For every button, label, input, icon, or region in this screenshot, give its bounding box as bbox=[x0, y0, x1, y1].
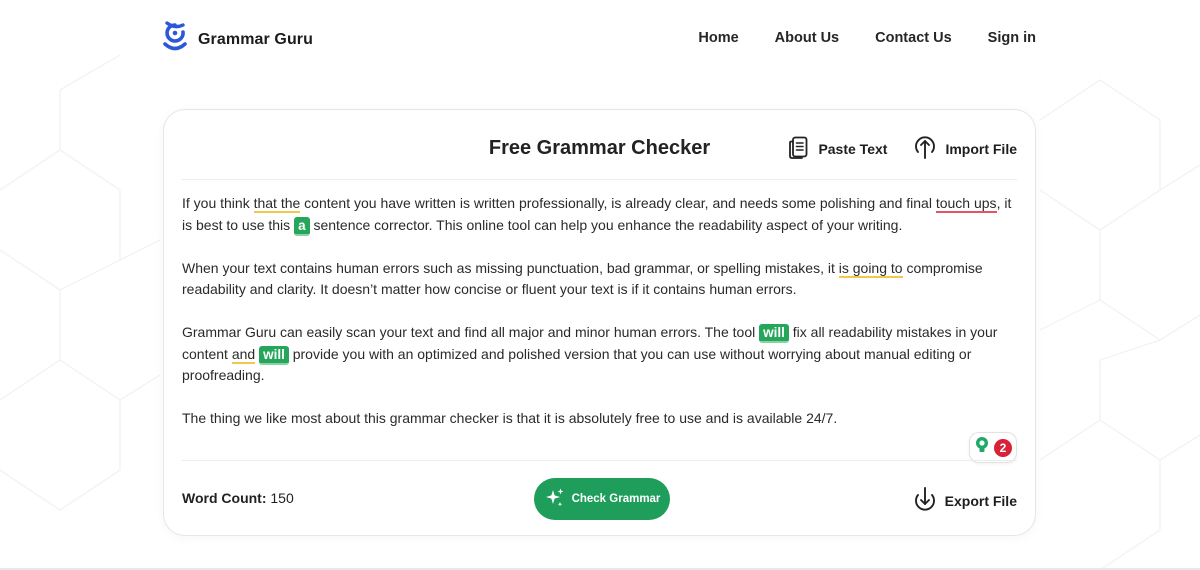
spelling-error-highlight[interactable]: touch ups bbox=[935, 195, 997, 213]
check-grammar-label: Check Grammar bbox=[571, 493, 661, 505]
brand-name: Grammar Guru bbox=[198, 31, 314, 48]
editor-paragraph: The thing we like most about this gramma… bbox=[182, 408, 1017, 430]
check-grammar-button[interactable]: Check Grammar bbox=[534, 478, 670, 520]
correction-chip[interactable]: will bbox=[259, 345, 289, 365]
checker-header-actions: Paste Text Import File bbox=[788, 135, 1017, 162]
nav-home[interactable]: Home bbox=[698, 30, 738, 46]
main-nav: Home About Us Contact Us Sign in bbox=[698, 30, 1036, 46]
editor-paragraph: When your text contains human errors suc… bbox=[182, 258, 1017, 301]
word-count: Word Count: 150 bbox=[182, 490, 294, 506]
paste-text-button[interactable]: Paste Text bbox=[788, 135, 887, 162]
site-header: Grammar Guru Home About Us Contact Us Si… bbox=[0, 0, 1200, 82]
download-icon bbox=[913, 487, 937, 514]
nav-about-us[interactable]: About Us bbox=[775, 30, 839, 46]
text-run: The thing we like most about this gramma… bbox=[182, 410, 838, 426]
editor-paragraph: Grammar Guru can easily scan your text a… bbox=[182, 322, 1017, 387]
text-run: When your text contains human errors suc… bbox=[182, 259, 839, 276]
text-run: sentence corrector. This online tool can… bbox=[309, 216, 903, 233]
correction-chip[interactable]: will bbox=[759, 324, 789, 343]
text-run: If you think bbox=[182, 195, 254, 211]
word-count-value: 150 bbox=[270, 490, 294, 506]
grammar-guru-logo-icon bbox=[162, 20, 188, 61]
clipboard-icon bbox=[788, 135, 810, 162]
checker-header: Free Grammar Checker Paste Text Import F… bbox=[182, 110, 1017, 180]
text-run: Grammar Guru can easily scan your text a… bbox=[182, 324, 760, 340]
import-file-label: Import File bbox=[945, 140, 1017, 157]
grammar-suggestion-highlight[interactable]: and bbox=[231, 345, 256, 364]
word-count-label: Word Count: bbox=[182, 490, 267, 506]
brand-logo[interactable]: Grammar Guru bbox=[162, 20, 314, 61]
lightbulb-icon bbox=[974, 436, 990, 459]
text-run: provide you with an optimized and polish… bbox=[182, 345, 972, 384]
grammar-suggestion-highlight[interactable]: that the bbox=[253, 195, 301, 213]
text-editor[interactable]: If you think that the content you have w… bbox=[182, 193, 1017, 451]
export-file-button[interactable]: Export File bbox=[913, 487, 1017, 514]
sparkle-icon bbox=[544, 487, 566, 512]
paste-text-label: Paste Text bbox=[818, 140, 888, 157]
import-file-button[interactable]: Import File bbox=[913, 135, 1017, 162]
text-run: content you have written is written prof… bbox=[300, 195, 936, 211]
editor-paragraph: If you think that the content you have w… bbox=[182, 193, 1017, 236]
suggestions-badge[interactable]: 2 bbox=[969, 432, 1017, 463]
correction-chip[interactable]: a bbox=[294, 216, 310, 236]
upload-icon bbox=[913, 135, 937, 162]
export-file-label: Export File bbox=[944, 492, 1017, 509]
nav-contact-us[interactable]: Contact Us bbox=[875, 30, 952, 46]
suggestion-count: 2 bbox=[994, 438, 1012, 457]
checker-footer: Word Count: 150 Check Grammar Export Fil… bbox=[182, 460, 1017, 537]
nav-sign-in[interactable]: Sign in bbox=[988, 30, 1036, 46]
grammar-suggestion-highlight[interactable]: is going to bbox=[838, 259, 903, 278]
grammar-checker-card: Free Grammar Checker Paste Text Import F… bbox=[163, 109, 1036, 536]
